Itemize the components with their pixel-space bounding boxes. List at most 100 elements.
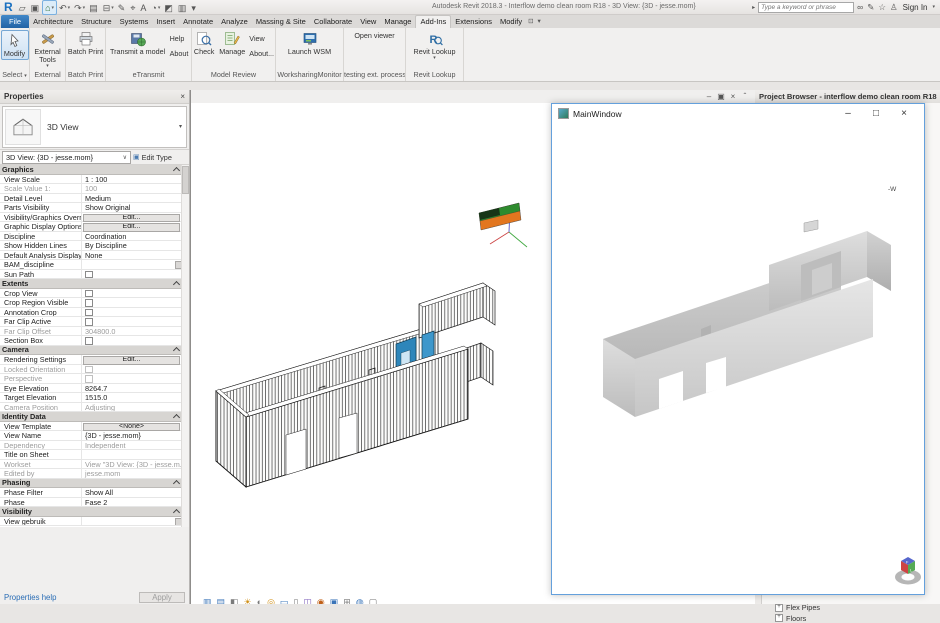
etransmit-help-button[interactable]: Help (170, 34, 189, 43)
property-row[interactable]: Discipline Coordination (0, 232, 183, 242)
mainwindow-dialog[interactable]: MainWindow – □ × -W (551, 103, 925, 595)
property-row[interactable]: View Template <None> (0, 422, 183, 432)
manage-button[interactable]: Manage (218, 29, 246, 57)
property-row[interactable]: Dependency Independent (0, 441, 183, 451)
ribbon-tab[interactable]: Massing & Site (252, 15, 310, 28)
property-value[interactable]: Coordination (82, 232, 183, 241)
ribbon-display-icon[interactable]: ⊡ (526, 15, 535, 28)
property-row[interactable]: BAM_discipline (0, 260, 183, 270)
ribbon-tab[interactable]: Insert (152, 15, 179, 28)
revit-lookup-button[interactable]: R Revit Lookup ▾ (408, 29, 462, 61)
reveal-hidden-elements-icon[interactable]: ◉ (317, 596, 325, 604)
property-row[interactable]: Detail Level Medium (0, 194, 183, 204)
property-row[interactable]: Crop View (0, 289, 183, 299)
expand-icon[interactable]: + (775, 614, 783, 622)
mainwindow-title-bar[interactable]: MainWindow – □ × (552, 104, 924, 123)
property-value[interactable]: jesse.mom (82, 469, 183, 478)
misc-view-icon[interactable]: ▢ (369, 596, 378, 604)
property-value[interactable] (82, 374, 183, 383)
launch-wsm-button[interactable]: Launch WSM (284, 29, 336, 57)
restore-view-icon[interactable]: ▣ (715, 90, 727, 103)
text-icon[interactable]: A (138, 1, 149, 14)
property-value[interactable]: By Discipline (82, 241, 183, 250)
instance-selector[interactable]: 3D View: {3D - jesse.mom} ∨ (2, 151, 131, 164)
tag-icon[interactable]: ⌖ (128, 1, 138, 14)
show-crop-region-icon[interactable]: ▯ (293, 596, 298, 604)
property-value[interactable] (82, 317, 183, 326)
property-value[interactable] (82, 260, 183, 269)
close-properties-icon[interactable]: × (180, 92, 185, 101)
detail-level-icon[interactable]: ▤ (217, 596, 226, 604)
property-row[interactable]: Visibility (0, 507, 183, 517)
property-row[interactable]: Visibility/Graphics Overrides Edit... (0, 213, 183, 223)
external-tools-button[interactable]: External Tools ▾ (33, 29, 61, 69)
revit-logo-icon[interactable]: R (4, 1, 13, 14)
property-value[interactable]: 8264.7 (82, 384, 183, 393)
property-value[interactable]: Medium (82, 194, 183, 203)
modify-button[interactable]: Modify (1, 30, 29, 60)
favorites-icon[interactable]: ☆ (878, 1, 886, 14)
section-flag-marker[interactable] (479, 203, 527, 247)
property-value[interactable]: 1 : 100 (82, 175, 183, 184)
property-value[interactable]: View "3D View: {3D - jesse.m... (82, 460, 183, 469)
expand-icon[interactable]: + (775, 604, 783, 612)
minimize-view-icon[interactable]: – (703, 90, 715, 103)
worksharing-display-icon[interactable]: ◍ (356, 596, 364, 604)
ribbon-tab[interactable]: Systems (116, 15, 153, 28)
type-selector-caret-icon[interactable]: ▾ (179, 123, 182, 130)
ribbon-tab[interactable]: Annotate (179, 15, 217, 28)
property-value[interactable]: Edit... (83, 214, 180, 223)
property-value[interactable] (82, 289, 183, 298)
check-button[interactable]: Check (193, 29, 215, 57)
property-value[interactable]: 100 (82, 184, 183, 193)
property-row[interactable]: Far Clip Offset 304800.0 (0, 327, 183, 337)
sign-in-button[interactable]: Sign In (903, 3, 928, 12)
property-row[interactable]: Camera Position Adjusting (0, 403, 183, 413)
property-value[interactable]: {3D - jesse.mom} (82, 431, 183, 440)
property-row[interactable]: Annotation Crop (0, 308, 183, 318)
ribbon-tab[interactable]: Collaborate (310, 15, 356, 28)
property-value[interactable]: 1515.0 (82, 393, 183, 402)
apply-button[interactable]: Apply (139, 592, 185, 603)
property-value[interactable]: Independent (82, 441, 183, 450)
property-row[interactable]: Perspective (0, 374, 183, 384)
shadows-icon[interactable]: ◐ (257, 596, 262, 604)
property-value[interactable]: <None> (83, 423, 180, 432)
model-upper-room[interactable] (419, 283, 483, 338)
user-icon[interactable]: ♙ (890, 1, 898, 14)
property-value[interactable]: Show All (82, 488, 183, 497)
property-row[interactable]: Show Hidden Lines By Discipline (0, 241, 183, 251)
property-row[interactable]: Graphics (0, 165, 183, 175)
property-row[interactable]: Phase Filter Show All (0, 488, 183, 498)
model-review-about-button[interactable]: About... (249, 49, 274, 58)
property-row[interactable]: Extents (0, 279, 183, 289)
property-row[interactable]: Sun Path (0, 270, 183, 280)
ribbon-tab[interactable]: Modify (496, 15, 526, 28)
property-value[interactable] (82, 517, 183, 526)
property-row[interactable]: Crop Region Visible (0, 298, 183, 308)
property-value[interactable]: 304800.0 (82, 327, 183, 336)
ribbon-tab[interactable]: Add-Ins (415, 15, 451, 28)
aligned-dimension-icon[interactable]: ✎ (116, 1, 129, 14)
property-row[interactable]: Target Elevation 1515.0 (0, 393, 183, 403)
property-row[interactable]: Default Analysis Display Style None (0, 251, 183, 261)
property-value[interactable] (82, 365, 183, 374)
undo-icon[interactable]: ↶▾ (57, 1, 72, 14)
property-value[interactable] (82, 298, 183, 307)
collapse-panel-icon[interactable]: ˆ (739, 90, 751, 103)
minimize-button[interactable]: – (834, 105, 862, 123)
tree-item[interactable]: + Floors (775, 614, 820, 623)
default-3d-view-icon[interactable]: ⌂▾ (42, 0, 57, 15)
section-icon[interactable]: ◩ (162, 1, 176, 14)
property-row[interactable]: Far Clip Active (0, 317, 183, 327)
property-row[interactable]: Section Box (0, 336, 183, 346)
property-row[interactable]: View gebruik (0, 517, 183, 527)
property-row[interactable]: Eye Elevation 8264.7 (0, 384, 183, 394)
property-row[interactable]: View Scale 1 : 100 (0, 175, 183, 185)
ribbon-tab[interactable]: Architecture (29, 15, 77, 28)
ribbon-display-caret-icon[interactable]: ▾ (536, 15, 543, 28)
properties-scrollbar[interactable] (181, 165, 189, 527)
feedback-icon[interactable]: ✎ (867, 1, 874, 14)
search-input[interactable] (758, 2, 854, 13)
type-selector[interactable]: 3D View ▾ (0, 104, 189, 150)
